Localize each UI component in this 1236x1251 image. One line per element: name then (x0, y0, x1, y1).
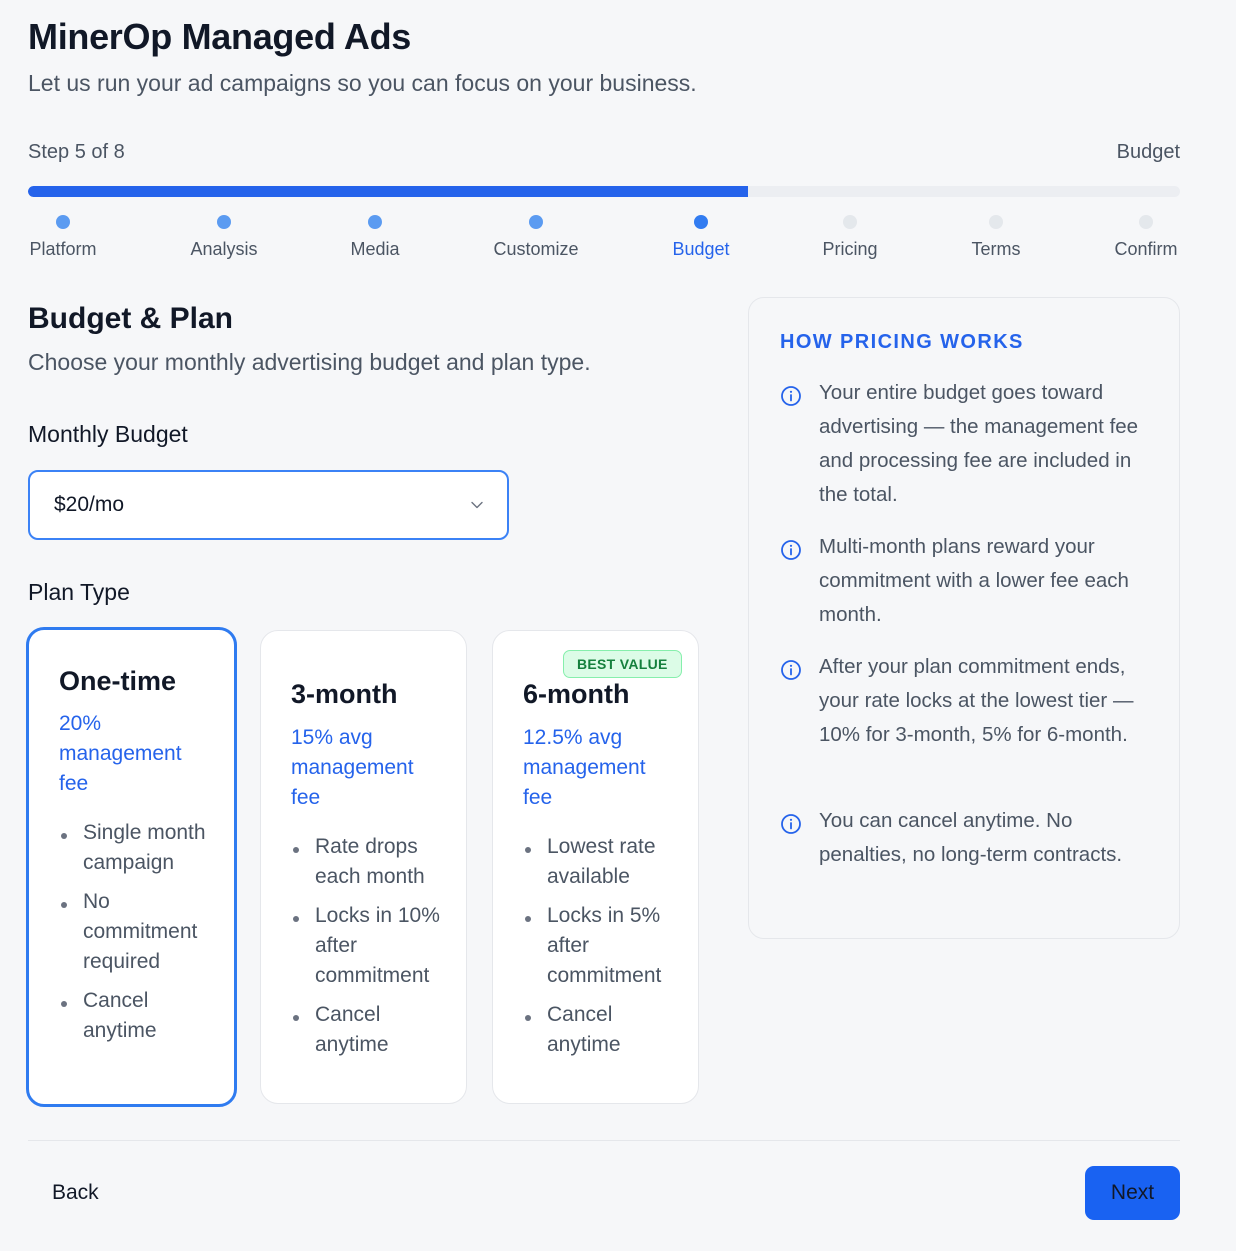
plan-name: One-time (59, 666, 177, 696)
plan-feature: Rate drops each month (291, 832, 456, 892)
step-dot (56, 215, 71, 229)
plan-card-6-month[interactable]: BEST VALUE 6-month 12.5% avg management … (492, 630, 699, 1104)
best-value-badge: BEST VALUE (563, 650, 682, 678)
step-customize: Customize (494, 215, 579, 260)
step-analysis: Analysis (191, 215, 258, 260)
step-label: Analysis (190, 239, 258, 259)
plan-feature: Locks in 10% after commitment (291, 901, 456, 991)
plan-card-one-time[interactable]: One-time 20% management fee Single month… (26, 627, 237, 1107)
step-label: Media (350, 239, 400, 259)
plan-fee: 15% avg management fee (291, 726, 414, 809)
plan-fee: 12.5% avg management fee (523, 726, 646, 809)
budget-selected-value: $20/mo (54, 493, 125, 516)
app-title: MinerOp Managed Ads (28, 16, 412, 57)
info-icon (781, 540, 801, 560)
plan-features: Rate drops each month Locks in 10% after… (291, 832, 456, 1069)
section-subtitle: Choose your monthly advertising budget a… (28, 349, 591, 375)
info-item: Your entire budget goes toward advertisi… (780, 381, 1150, 512)
step-budget: Budget (673, 215, 730, 260)
plan-name: 6-month (523, 679, 630, 709)
next-button[interactable]: Next (1085, 1166, 1180, 1220)
step-indicator: Platform Analysis Media Customize Budget… (28, 215, 1180, 265)
chevron-down-icon (471, 501, 483, 509)
progress-bar-fill (28, 186, 748, 197)
info-icon (781, 386, 801, 406)
step-dot (217, 215, 232, 229)
plan-fee: 20% management fee (59, 712, 182, 795)
step-dot (1139, 215, 1153, 229)
plan-type-label: Plan Type (28, 579, 130, 605)
info-icon (781, 814, 801, 834)
info-icon (781, 660, 801, 680)
plan-feature: Single month campaign (59, 818, 224, 878)
monthly-budget-label: Monthly Budget (28, 421, 188, 447)
info-item: After your plan commitment ends, your ra… (780, 655, 1150, 752)
monthly-budget-select[interactable]: $20/mo (28, 470, 509, 540)
back-button[interactable]: Back (28, 1166, 128, 1220)
plan-feature: Cancel anytime (523, 1000, 688, 1060)
pricing-info-panel: HOW PRICING WORKS Your entire budget goe… (748, 297, 1180, 939)
info-text: Multi-month plans reward your commitment… (819, 535, 1129, 626)
step-label: Confirm (1114, 239, 1178, 259)
step-dot (694, 215, 709, 229)
step-dot (843, 215, 858, 229)
step-confirm: Confirm (1115, 215, 1178, 260)
step-pricing: Pricing (823, 215, 878, 260)
info-text: You can cancel anytime. No penalties, no… (819, 809, 1123, 866)
step-terms: Terms (972, 215, 1021, 260)
step-label: Platform (29, 239, 97, 259)
app-subtitle: Let us run your ad campaigns so you can … (28, 70, 697, 96)
info-item: You can cancel anytime. No penalties, no… (780, 809, 1150, 872)
plan-feature: No commitment required (59, 887, 224, 977)
step-media: Media (351, 215, 400, 260)
plan-features: Lowest rate available Locks in 5% after … (523, 832, 688, 1069)
step-label: Customize (493, 239, 579, 259)
step-platform: Platform (30, 215, 97, 260)
plan-feature: Lowest rate available (523, 832, 688, 892)
plan-feature: Locks in 5% after commitment (523, 901, 688, 991)
info-text: After your plan commitment ends, your ra… (819, 655, 1134, 746)
footer-divider (28, 1140, 1180, 1141)
current-step-name: Budget (1116, 141, 1180, 163)
info-item: Multi-month plans reward your commitment… (780, 535, 1150, 632)
plan-name: 3-month (291, 679, 398, 709)
step-dot (989, 215, 1003, 229)
info-panel-title: HOW PRICING WORKS (780, 331, 1024, 353)
info-text: Your entire budget goes toward advertisi… (819, 381, 1139, 506)
progress-bar (28, 186, 1180, 197)
step-counter: Step 5 of 8 (28, 141, 125, 163)
plan-feature: Cancel anytime (291, 1000, 456, 1060)
step-label: Budget (672, 239, 730, 259)
plan-features: Single month campaign No commitment requ… (59, 818, 224, 1055)
step-label: Terms (971, 239, 1021, 259)
step-label: Pricing (822, 239, 878, 259)
plan-feature: Cancel anytime (59, 986, 224, 1046)
section-title: Budget & Plan (28, 302, 234, 335)
plan-card-3-month[interactable]: 3-month 15% avg management fee Rate drop… (260, 630, 467, 1104)
step-dot (529, 215, 544, 229)
step-dot (368, 215, 383, 229)
